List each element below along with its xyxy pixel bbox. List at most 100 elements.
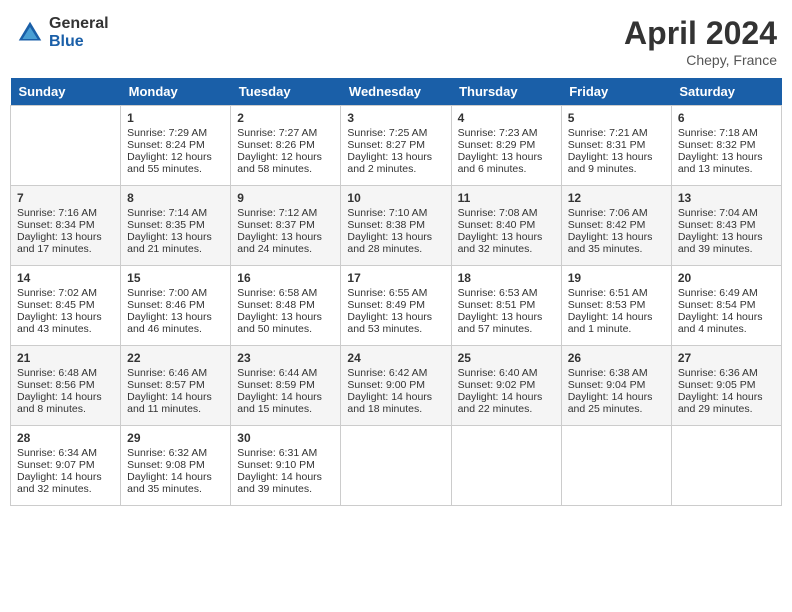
- sunset-text: Sunset: 8:49 PM: [347, 299, 425, 311]
- day-number: 26: [568, 351, 665, 365]
- calendar-cell: 23 Sunrise: 6:44 AM Sunset: 8:59 PM Dayl…: [231, 346, 341, 426]
- sunset-text: Sunset: 9:10 PM: [237, 459, 315, 471]
- daylight-text: Daylight: 14 hours and 35 minutes.: [127, 471, 212, 495]
- calendar-cell: 17 Sunrise: 6:55 AM Sunset: 8:49 PM Dayl…: [341, 266, 451, 346]
- day-number: 11: [458, 191, 555, 205]
- day-number: 20: [678, 271, 775, 285]
- col-saturday: Saturday: [671, 78, 781, 106]
- sunrise-text: Sunrise: 6:49 AM: [678, 287, 758, 299]
- location: Chepy, France: [624, 52, 777, 68]
- sunrise-text: Sunrise: 6:55 AM: [347, 287, 427, 299]
- sunset-text: Sunset: 8:34 PM: [17, 219, 95, 231]
- calendar-week-row: 21 Sunrise: 6:48 AM Sunset: 8:56 PM Dayl…: [11, 346, 782, 426]
- sunset-text: Sunset: 8:26 PM: [237, 139, 315, 151]
- logo-icon: [15, 18, 45, 48]
- calendar-cell: 19 Sunrise: 6:51 AM Sunset: 8:53 PM Dayl…: [561, 266, 671, 346]
- day-number: 16: [237, 271, 334, 285]
- sunset-text: Sunset: 8:35 PM: [127, 219, 205, 231]
- day-number: 9: [237, 191, 334, 205]
- sunrise-text: Sunrise: 7:18 AM: [678, 127, 758, 139]
- daylight-text: Daylight: 13 hours and 24 minutes.: [237, 231, 322, 255]
- sunrise-text: Sunrise: 6:51 AM: [568, 287, 648, 299]
- daylight-text: Daylight: 13 hours and 32 minutes.: [458, 231, 543, 255]
- sunset-text: Sunset: 8:43 PM: [678, 219, 756, 231]
- sunset-text: Sunset: 8:40 PM: [458, 219, 536, 231]
- sunset-text: Sunset: 8:56 PM: [17, 379, 95, 391]
- day-number: 30: [237, 431, 334, 445]
- sunset-text: Sunset: 8:53 PM: [568, 299, 646, 311]
- calendar-week-row: 7 Sunrise: 7:16 AM Sunset: 8:34 PM Dayli…: [11, 186, 782, 266]
- day-number: 14: [17, 271, 114, 285]
- sunrise-text: Sunrise: 7:23 AM: [458, 127, 538, 139]
- calendar-cell: [671, 426, 781, 506]
- sunset-text: Sunset: 8:57 PM: [127, 379, 205, 391]
- sunrise-text: Sunrise: 6:58 AM: [237, 287, 317, 299]
- sunset-text: Sunset: 8:29 PM: [458, 139, 536, 151]
- sunrise-text: Sunrise: 6:46 AM: [127, 367, 207, 379]
- daylight-text: Daylight: 13 hours and 21 minutes.: [127, 231, 212, 255]
- sunrise-text: Sunrise: 7:21 AM: [568, 127, 648, 139]
- calendar-cell: 15 Sunrise: 7:00 AM Sunset: 8:46 PM Dayl…: [121, 266, 231, 346]
- day-number: 28: [17, 431, 114, 445]
- day-number: 4: [458, 111, 555, 125]
- calendar-cell: 13 Sunrise: 7:04 AM Sunset: 8:43 PM Dayl…: [671, 186, 781, 266]
- day-number: 25: [458, 351, 555, 365]
- logo-general: General: [49, 15, 109, 33]
- day-number: 13: [678, 191, 775, 205]
- calendar-cell: 22 Sunrise: 6:46 AM Sunset: 8:57 PM Dayl…: [121, 346, 231, 426]
- sunset-text: Sunset: 8:24 PM: [127, 139, 205, 151]
- calendar-cell: 5 Sunrise: 7:21 AM Sunset: 8:31 PM Dayli…: [561, 106, 671, 186]
- daylight-text: Daylight: 14 hours and 39 minutes.: [237, 471, 322, 495]
- calendar-cell: [11, 106, 121, 186]
- sunrise-text: Sunrise: 7:06 AM: [568, 207, 648, 219]
- daylight-text: Daylight: 13 hours and 57 minutes.: [458, 311, 543, 335]
- daylight-text: Daylight: 13 hours and 28 minutes.: [347, 231, 432, 255]
- day-number: 27: [678, 351, 775, 365]
- sunrise-text: Sunrise: 7:29 AM: [127, 127, 207, 139]
- sunset-text: Sunset: 9:02 PM: [458, 379, 536, 391]
- sunset-text: Sunset: 8:46 PM: [127, 299, 205, 311]
- sunrise-text: Sunrise: 6:34 AM: [17, 447, 97, 459]
- sunset-text: Sunset: 8:42 PM: [568, 219, 646, 231]
- sunrise-text: Sunrise: 6:36 AM: [678, 367, 758, 379]
- calendar-cell: 4 Sunrise: 7:23 AM Sunset: 8:29 PM Dayli…: [451, 106, 561, 186]
- daylight-text: Daylight: 13 hours and 43 minutes.: [17, 311, 102, 335]
- calendar-cell: 7 Sunrise: 7:16 AM Sunset: 8:34 PM Dayli…: [11, 186, 121, 266]
- calendar-week-row: 28 Sunrise: 6:34 AM Sunset: 9:07 PM Dayl…: [11, 426, 782, 506]
- calendar-cell: 8 Sunrise: 7:14 AM Sunset: 8:35 PM Dayli…: [121, 186, 231, 266]
- sunrise-text: Sunrise: 7:16 AM: [17, 207, 97, 219]
- sunrise-text: Sunrise: 7:12 AM: [237, 207, 317, 219]
- day-number: 3: [347, 111, 444, 125]
- day-number: 2: [237, 111, 334, 125]
- day-number: 1: [127, 111, 224, 125]
- sunset-text: Sunset: 9:08 PM: [127, 459, 205, 471]
- daylight-text: Daylight: 13 hours and 46 minutes.: [127, 311, 212, 335]
- daylight-text: Daylight: 14 hours and 25 minutes.: [568, 391, 653, 415]
- day-number: 18: [458, 271, 555, 285]
- sunset-text: Sunset: 8:37 PM: [237, 219, 315, 231]
- daylight-text: Daylight: 12 hours and 58 minutes.: [237, 151, 322, 175]
- sunrise-text: Sunrise: 7:00 AM: [127, 287, 207, 299]
- daylight-text: Daylight: 13 hours and 2 minutes.: [347, 151, 432, 175]
- day-number: 17: [347, 271, 444, 285]
- sunset-text: Sunset: 8:45 PM: [17, 299, 95, 311]
- sunrise-text: Sunrise: 7:04 AM: [678, 207, 758, 219]
- sunset-text: Sunset: 8:38 PM: [347, 219, 425, 231]
- sunrise-text: Sunrise: 7:14 AM: [127, 207, 207, 219]
- col-thursday: Thursday: [451, 78, 561, 106]
- calendar-week-row: 1 Sunrise: 7:29 AM Sunset: 8:24 PM Dayli…: [11, 106, 782, 186]
- sunrise-text: Sunrise: 7:10 AM: [347, 207, 427, 219]
- day-number: 10: [347, 191, 444, 205]
- sunset-text: Sunset: 9:07 PM: [17, 459, 95, 471]
- title-area: April 2024 Chepy, France: [624, 15, 777, 68]
- calendar-cell: 25 Sunrise: 6:40 AM Sunset: 9:02 PM Dayl…: [451, 346, 561, 426]
- logo-text: General Blue: [49, 15, 109, 50]
- sunrise-text: Sunrise: 6:31 AM: [237, 447, 317, 459]
- month-year: April 2024: [624, 15, 777, 52]
- calendar-table: Sunday Monday Tuesday Wednesday Thursday…: [10, 78, 782, 506]
- sunrise-text: Sunrise: 6:42 AM: [347, 367, 427, 379]
- sunrise-text: Sunrise: 6:32 AM: [127, 447, 207, 459]
- calendar-cell: 2 Sunrise: 7:27 AM Sunset: 8:26 PM Dayli…: [231, 106, 341, 186]
- sunset-text: Sunset: 8:54 PM: [678, 299, 756, 311]
- daylight-text: Daylight: 14 hours and 29 minutes.: [678, 391, 763, 415]
